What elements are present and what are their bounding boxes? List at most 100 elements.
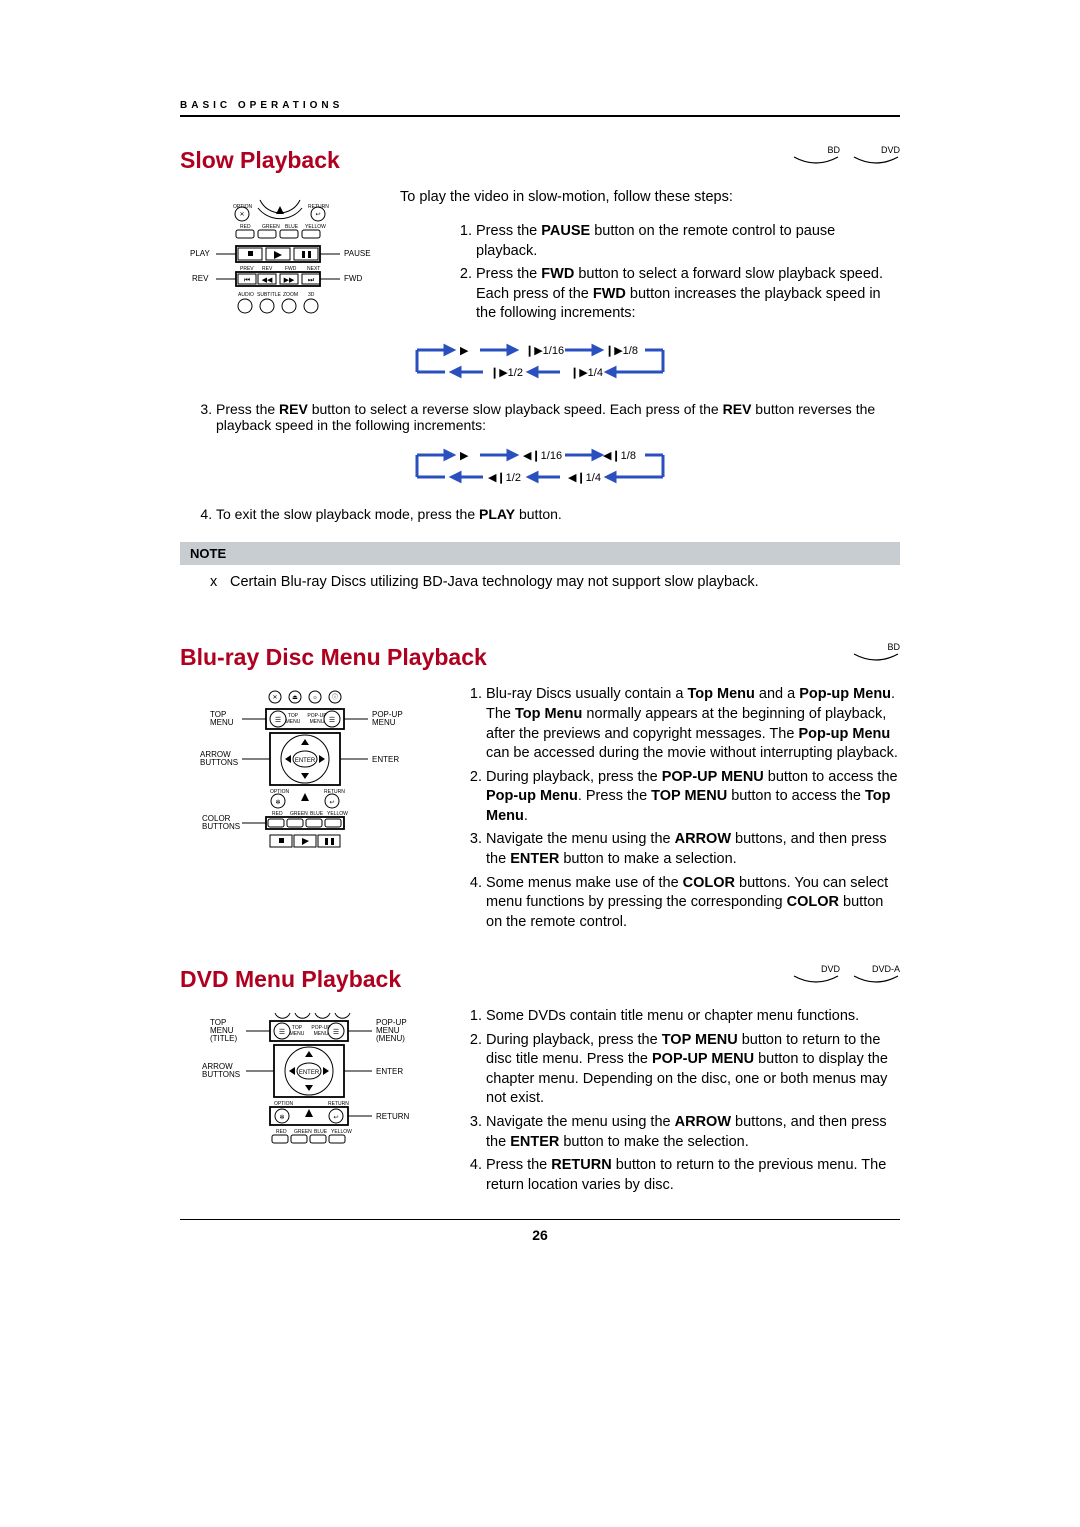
media-badges: DVD DVD-A: [792, 964, 900, 984]
svg-text:↩: ↩: [333, 1115, 338, 1121]
svg-text:ENTER: ENTER: [299, 1070, 320, 1076]
badge-bd-label: BD: [792, 145, 840, 155]
slow-steps-b: Press the REV button to select a reverse…: [180, 401, 900, 433]
badge-arc-icon: [792, 974, 840, 986]
svg-text:BUTTONS: BUTTONS: [202, 1070, 240, 1079]
svg-text:MENU: MENU: [286, 719, 301, 725]
svg-text:◀❙1/4: ◀❙1/4: [568, 472, 601, 484]
svg-text:MENU: MENU: [290, 1031, 305, 1037]
badge-bd: BD: [852, 642, 900, 662]
bluray-title: Blu-ray Disc Menu Playback: [180, 644, 900, 671]
badge-arc-icon: [852, 652, 900, 664]
slow-steps-a: Press the PAUSE button on the remote con…: [440, 222, 900, 324]
svg-text:MENU: MENU: [210, 718, 234, 727]
slow-step-4: To exit the slow playback mode, press th…: [216, 506, 900, 522]
svg-text:RED: RED: [240, 224, 251, 230]
bluray-step-4: Some menus make use of the COLOR buttons…: [486, 874, 900, 933]
media-badges: BD DVD: [792, 145, 900, 165]
page-number: 26: [180, 1227, 900, 1243]
svg-text:(TITLE): (TITLE): [210, 1034, 237, 1043]
svg-text:GREEN: GREEN: [262, 224, 280, 230]
bluray-step-3: Navigate the menu using the ARROW button…: [486, 830, 900, 869]
svg-text:RED: RED: [276, 1129, 287, 1135]
svg-text:BLUE: BLUE: [314, 1129, 328, 1135]
svg-text:↩: ↩: [315, 212, 320, 218]
svg-text:☼: ☼: [312, 695, 318, 701]
svg-text:ENTER: ENTER: [376, 1067, 403, 1076]
svg-text:❙▶1/2: ❙▶1/2: [490, 367, 523, 379]
svg-text:3D: 3D: [308, 292, 315, 298]
svg-text:BUTTONS: BUTTONS: [202, 822, 240, 831]
note-header: NOTE: [180, 542, 900, 565]
svg-text:☰: ☰: [279, 1029, 285, 1036]
badge-dvd-label: DVD: [852, 145, 900, 155]
svg-text:MENU: MENU: [310, 719, 325, 725]
svg-text:ENTER: ENTER: [295, 758, 316, 764]
note-bullet: x: [210, 573, 230, 593]
fwd-speed-diagram: ▶ ❙▶1/16 ❙▶1/8 ❙▶1/2 ❙▶1/4: [180, 340, 900, 387]
dvd-steps: Some DVDs contain title menu or chapter …: [450, 1007, 900, 1195]
footer-rule: [180, 1219, 900, 1220]
svg-text:RETURN: RETURN: [328, 1101, 349, 1107]
svg-text:BUTTONS: BUTTONS: [200, 758, 238, 767]
svg-text:BLUE: BLUE: [310, 811, 324, 817]
svg-text:REV: REV: [192, 274, 209, 283]
svg-text:RED: RED: [272, 811, 283, 817]
svg-text:◀◀: ◀◀: [262, 277, 273, 284]
svg-text:AUDIO: AUDIO: [238, 292, 254, 298]
remote-diagram-bluray: ✕ ⏏ ☼ ⓘ ☰ ☰ TOPMENU POP-UPMENU TOPMENU P…: [180, 685, 430, 855]
svg-text:(MENU): (MENU): [376, 1034, 405, 1043]
svg-text:FWD: FWD: [344, 274, 362, 283]
svg-text:▶: ▶: [460, 345, 469, 357]
badge-arc-icon: [852, 974, 900, 986]
svg-text:RETURN: RETURN: [376, 1112, 410, 1121]
svg-text:⏭: ⏭: [308, 277, 315, 284]
badge-dvda: DVD-A: [852, 964, 900, 984]
dvd-step-3: Navigate the menu using the ARROW button…: [486, 1113, 900, 1152]
svg-text:▶▶: ▶▶: [284, 277, 295, 284]
svg-text:✕: ✕: [239, 212, 244, 218]
svg-text:MENU: MENU: [372, 718, 396, 727]
svg-text:☰: ☰: [329, 717, 335, 724]
svg-text:✻: ✻: [279, 1114, 284, 1121]
slow-steps-c: To exit the slow playback mode, press th…: [180, 506, 900, 522]
badge-dvd-label: DVD: [792, 964, 840, 974]
slow-step-1: Press the PAUSE button on the remote con…: [476, 222, 900, 261]
svg-text:ⓘ: ⓘ: [332, 693, 338, 701]
badge-arc-icon: [852, 155, 900, 167]
rev-speed-diagram: ▶ ◀❙1/16 ◀❙1/8 ◀❙1/2 ◀❙1/4: [180, 445, 900, 492]
svg-text:◀❙1/16: ◀❙1/16: [523, 450, 562, 462]
badge-dvd: DVD: [792, 964, 840, 984]
svg-text:YELLOW: YELLOW: [331, 1129, 352, 1135]
svg-text:SUBTITLE: SUBTITLE: [257, 292, 282, 298]
svg-text:RETURN: RETURN: [308, 204, 329, 210]
bluray-steps: Blu-ray Discs usually contain a Top Menu…: [450, 685, 900, 932]
badge-bd: BD: [792, 145, 840, 165]
svg-text:ZOOM: ZOOM: [283, 292, 298, 298]
svg-text:◀❙1/8: ◀❙1/8: [603, 450, 636, 462]
svg-text:▶: ▶: [460, 450, 469, 462]
svg-text:OPTION: OPTION: [274, 1101, 294, 1107]
slow-intro: To play the video in slow-motion, follow…: [400, 188, 900, 208]
svg-text:OPTION: OPTION: [233, 204, 253, 210]
note-text: Certain Blu-ray Discs utilizing BD-Java …: [230, 574, 759, 590]
chapter-header: BASIC OPERATIONS: [180, 100, 900, 117]
svg-text:❙▶1/16: ❙▶1/16: [525, 345, 564, 357]
remote-diagram-slow: ✕ ↩ OPTION RETURN RED GREEN BLUE YELLOW: [180, 188, 380, 318]
slow-step-3: Press the REV button to select a reverse…: [216, 401, 900, 433]
badge-arc-icon: [792, 155, 840, 167]
badge-dvd: DVD: [852, 145, 900, 165]
media-badges: BD: [852, 642, 900, 662]
svg-text:PLAY: PLAY: [190, 249, 211, 258]
svg-text:PAUSE: PAUSE: [344, 249, 371, 258]
svg-text:❙▶1/8: ❙▶1/8: [605, 345, 638, 357]
dvd-step-2: During playback, press the TOP MENU butt…: [486, 1031, 900, 1109]
dvd-step-4: Press the RETURN button to return to the…: [486, 1156, 900, 1195]
svg-text:✻: ✻: [275, 799, 280, 806]
badge-bd-label: BD: [852, 642, 900, 652]
note-body: xCertain Blu-ray Discs utilizing BD-Java…: [180, 565, 900, 597]
svg-text:↩: ↩: [329, 800, 334, 806]
svg-text:⏮: ⏮: [244, 277, 250, 284]
svg-text:ENTER: ENTER: [372, 755, 399, 764]
svg-text:GREEN: GREEN: [290, 811, 308, 817]
